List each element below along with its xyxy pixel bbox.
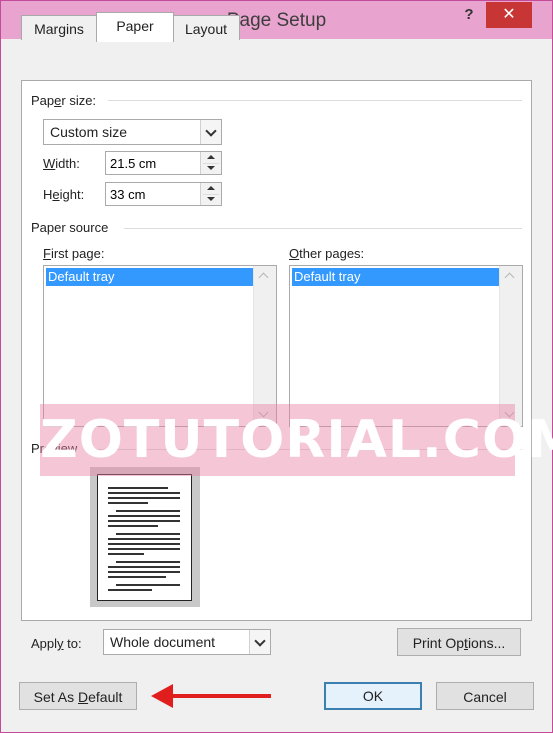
height-label: Height: xyxy=(43,187,85,202)
apply-to-value: Whole document xyxy=(110,634,216,650)
paper-source-group-label: Paper source xyxy=(31,220,109,235)
apply-to-dropdown-button[interactable] xyxy=(249,630,270,654)
paper-size-divider xyxy=(108,100,522,101)
other-pages-item-default-tray[interactable]: Default tray xyxy=(292,268,499,286)
first-page-item-default-tray[interactable]: Default tray xyxy=(46,268,253,286)
height-spinner[interactable] xyxy=(200,183,221,205)
cancel-button[interactable]: Cancel xyxy=(436,682,534,710)
chevron-down-icon xyxy=(205,125,217,137)
close-button[interactable]: ✕ xyxy=(486,2,532,28)
spin-down-icon[interactable] xyxy=(207,197,215,201)
width-value: 21.5 cm xyxy=(110,156,157,171)
height-value: 33 cm xyxy=(110,187,146,202)
spin-up-icon[interactable] xyxy=(207,186,215,190)
page-preview xyxy=(90,467,200,607)
width-spinner[interactable] xyxy=(200,152,221,174)
ok-button[interactable]: OK xyxy=(324,682,422,710)
first-page-list[interactable]: Default tray xyxy=(43,265,277,427)
paper-size-select[interactable]: Custom size xyxy=(43,119,222,145)
paper-source-divider xyxy=(124,228,522,229)
width-label: Width: xyxy=(43,156,80,171)
apply-to-select[interactable]: Whole document xyxy=(103,629,271,655)
other-pages-scrollbar[interactable] xyxy=(499,266,522,426)
paper-size-group-label: Paper size: xyxy=(31,93,97,108)
print-options-button[interactable]: Print Options... xyxy=(397,628,521,656)
other-pages-list[interactable]: Default tray xyxy=(289,265,523,427)
set-as-default-button[interactable]: Set As Default xyxy=(19,682,137,710)
paper-size-value: Custom size xyxy=(50,124,128,140)
height-field[interactable]: 33 cm xyxy=(105,182,222,206)
tab-layout[interactable]: Layout xyxy=(172,15,240,40)
help-icon[interactable]: ? xyxy=(459,6,479,26)
tab-margins[interactable]: Margins xyxy=(21,15,97,40)
chevron-down-icon xyxy=(254,635,266,647)
watermark-banner: ZOTUTORIAL.COM xyxy=(40,404,553,476)
apply-to-label: Apply to: xyxy=(31,636,82,651)
spin-down-icon[interactable] xyxy=(207,166,215,170)
annotation-arrow-icon xyxy=(151,684,173,708)
preview-page xyxy=(97,474,192,601)
tab-paper[interactable]: Paper xyxy=(96,12,174,42)
first-page-scrollbar[interactable] xyxy=(253,266,276,426)
paper-size-dropdown-button[interactable] xyxy=(200,120,221,144)
scroll-up-icon[interactable] xyxy=(504,272,515,283)
spin-up-icon[interactable] xyxy=(207,155,215,159)
other-pages-label: Other pages: xyxy=(289,246,365,261)
width-field[interactable]: 21.5 cm xyxy=(105,151,222,175)
scroll-up-icon[interactable] xyxy=(258,272,269,283)
annotation-arrow-shaft xyxy=(165,694,271,698)
first-page-label: First page: xyxy=(43,246,105,261)
